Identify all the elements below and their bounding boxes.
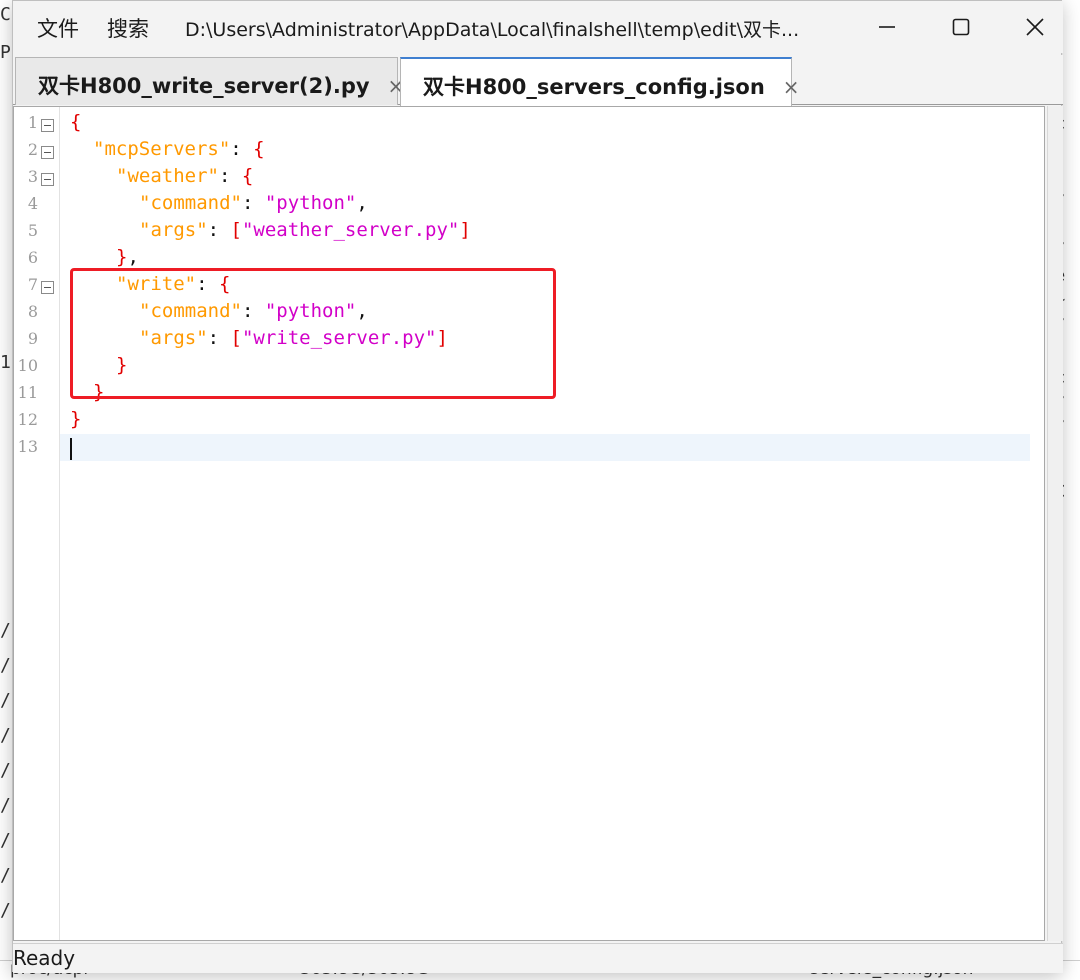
status-text: Ready [13, 946, 76, 970]
fold-toggle-icon[interactable] [41, 173, 54, 186]
minimize-icon [879, 26, 895, 28]
tab-close-icon[interactable]: × [783, 75, 800, 99]
line-number: 11 [17, 383, 38, 402]
bg-text-fragment: / [0, 795, 11, 816]
code-line: { [70, 111, 82, 133]
close-icon [1026, 18, 1044, 36]
tab-servers-config[interactable]: 双卡H800_servers_config.json × [400, 57, 800, 106]
fold-toggle-icon[interactable] [41, 281, 54, 294]
bg-text-fragment: P [0, 42, 11, 63]
background-window-left: C P 1 / / / / / / / / / [0, 0, 12, 980]
code-line: "args": ["weather_server.py"] [139, 219, 471, 241]
line-number: 2 [27, 140, 38, 159]
window-title-path: D:\Users\Administrator\AppData\Local\fin… [185, 19, 800, 41]
fold-toggle-icon[interactable] [41, 119, 54, 132]
line-number-gutter: 1 2 3 4 5 6 7 8 9 10 11 12 13 [14, 107, 60, 940]
menu-file[interactable]: 文件 [37, 13, 79, 43]
line-number: 9 [27, 329, 38, 348]
code-line: }, [116, 246, 139, 268]
maximize-icon [952, 18, 970, 36]
bg-text-fragment: / [0, 830, 11, 851]
tab-bar: 双卡H800_write_server(2).py × 双卡H800_server… [13, 55, 1063, 106]
code-line: "weather": { [116, 165, 254, 187]
bg-text-fragment: C [0, 4, 11, 25]
line-number: 10 [17, 356, 38, 375]
editor-window: 文件 搜索 D:\Users\Administrator\AppData\Loc… [12, 0, 1063, 973]
code-line: } [70, 408, 82, 430]
close-window-button[interactable] [999, 1, 1071, 53]
line-number: 6 [27, 248, 38, 267]
bg-text-fragment: / [0, 865, 11, 886]
line-number: 8 [27, 302, 38, 321]
status-bar: Ready [13, 943, 1063, 973]
bg-text-fragment: / [0, 655, 11, 676]
code-editor[interactable]: 1 2 3 4 5 6 7 8 9 10 11 12 13 { "mcpServ… [13, 106, 1045, 941]
tab-write-server[interactable]: 双卡H800_write_server(2).py × [15, 57, 404, 105]
bg-text-fragment: 1 [0, 352, 11, 373]
bg-text-fragment: / [0, 760, 11, 781]
fold-toggle-icon[interactable] [41, 146, 54, 159]
bg-text-fragment: / [0, 725, 11, 746]
line-number: 4 [27, 194, 38, 213]
minimize-button[interactable] [851, 1, 923, 53]
text-caret [70, 438, 72, 460]
line-number: 3 [27, 167, 38, 186]
line-number: 5 [27, 221, 38, 240]
vertical-scrollbar[interactable] [1047, 106, 1063, 941]
code-line: "mcpServers": { [93, 138, 265, 160]
annotation-highlight-box [70, 268, 556, 399]
line-number: 12 [17, 410, 38, 429]
maximize-button[interactable] [925, 1, 997, 53]
title-bar[interactable]: 文件 搜索 D:\Users\Administrator\AppData\Loc… [13, 1, 1063, 53]
bg-text-fragment: / [0, 900, 11, 921]
menu-search[interactable]: 搜索 [107, 13, 149, 43]
current-line-highlight [60, 434, 1030, 461]
line-number: 1 [27, 113, 38, 132]
line-number: 7 [27, 275, 38, 294]
tab-label: 双卡H800_servers_config.json [423, 75, 765, 99]
code-line: "command": "python", [139, 192, 368, 214]
tab-label: 双卡H800_write_server(2).py [38, 74, 370, 98]
line-number: 13 [17, 437, 38, 456]
bg-text-fragment: / [0, 690, 11, 711]
bg-text-fragment: / [0, 620, 11, 641]
